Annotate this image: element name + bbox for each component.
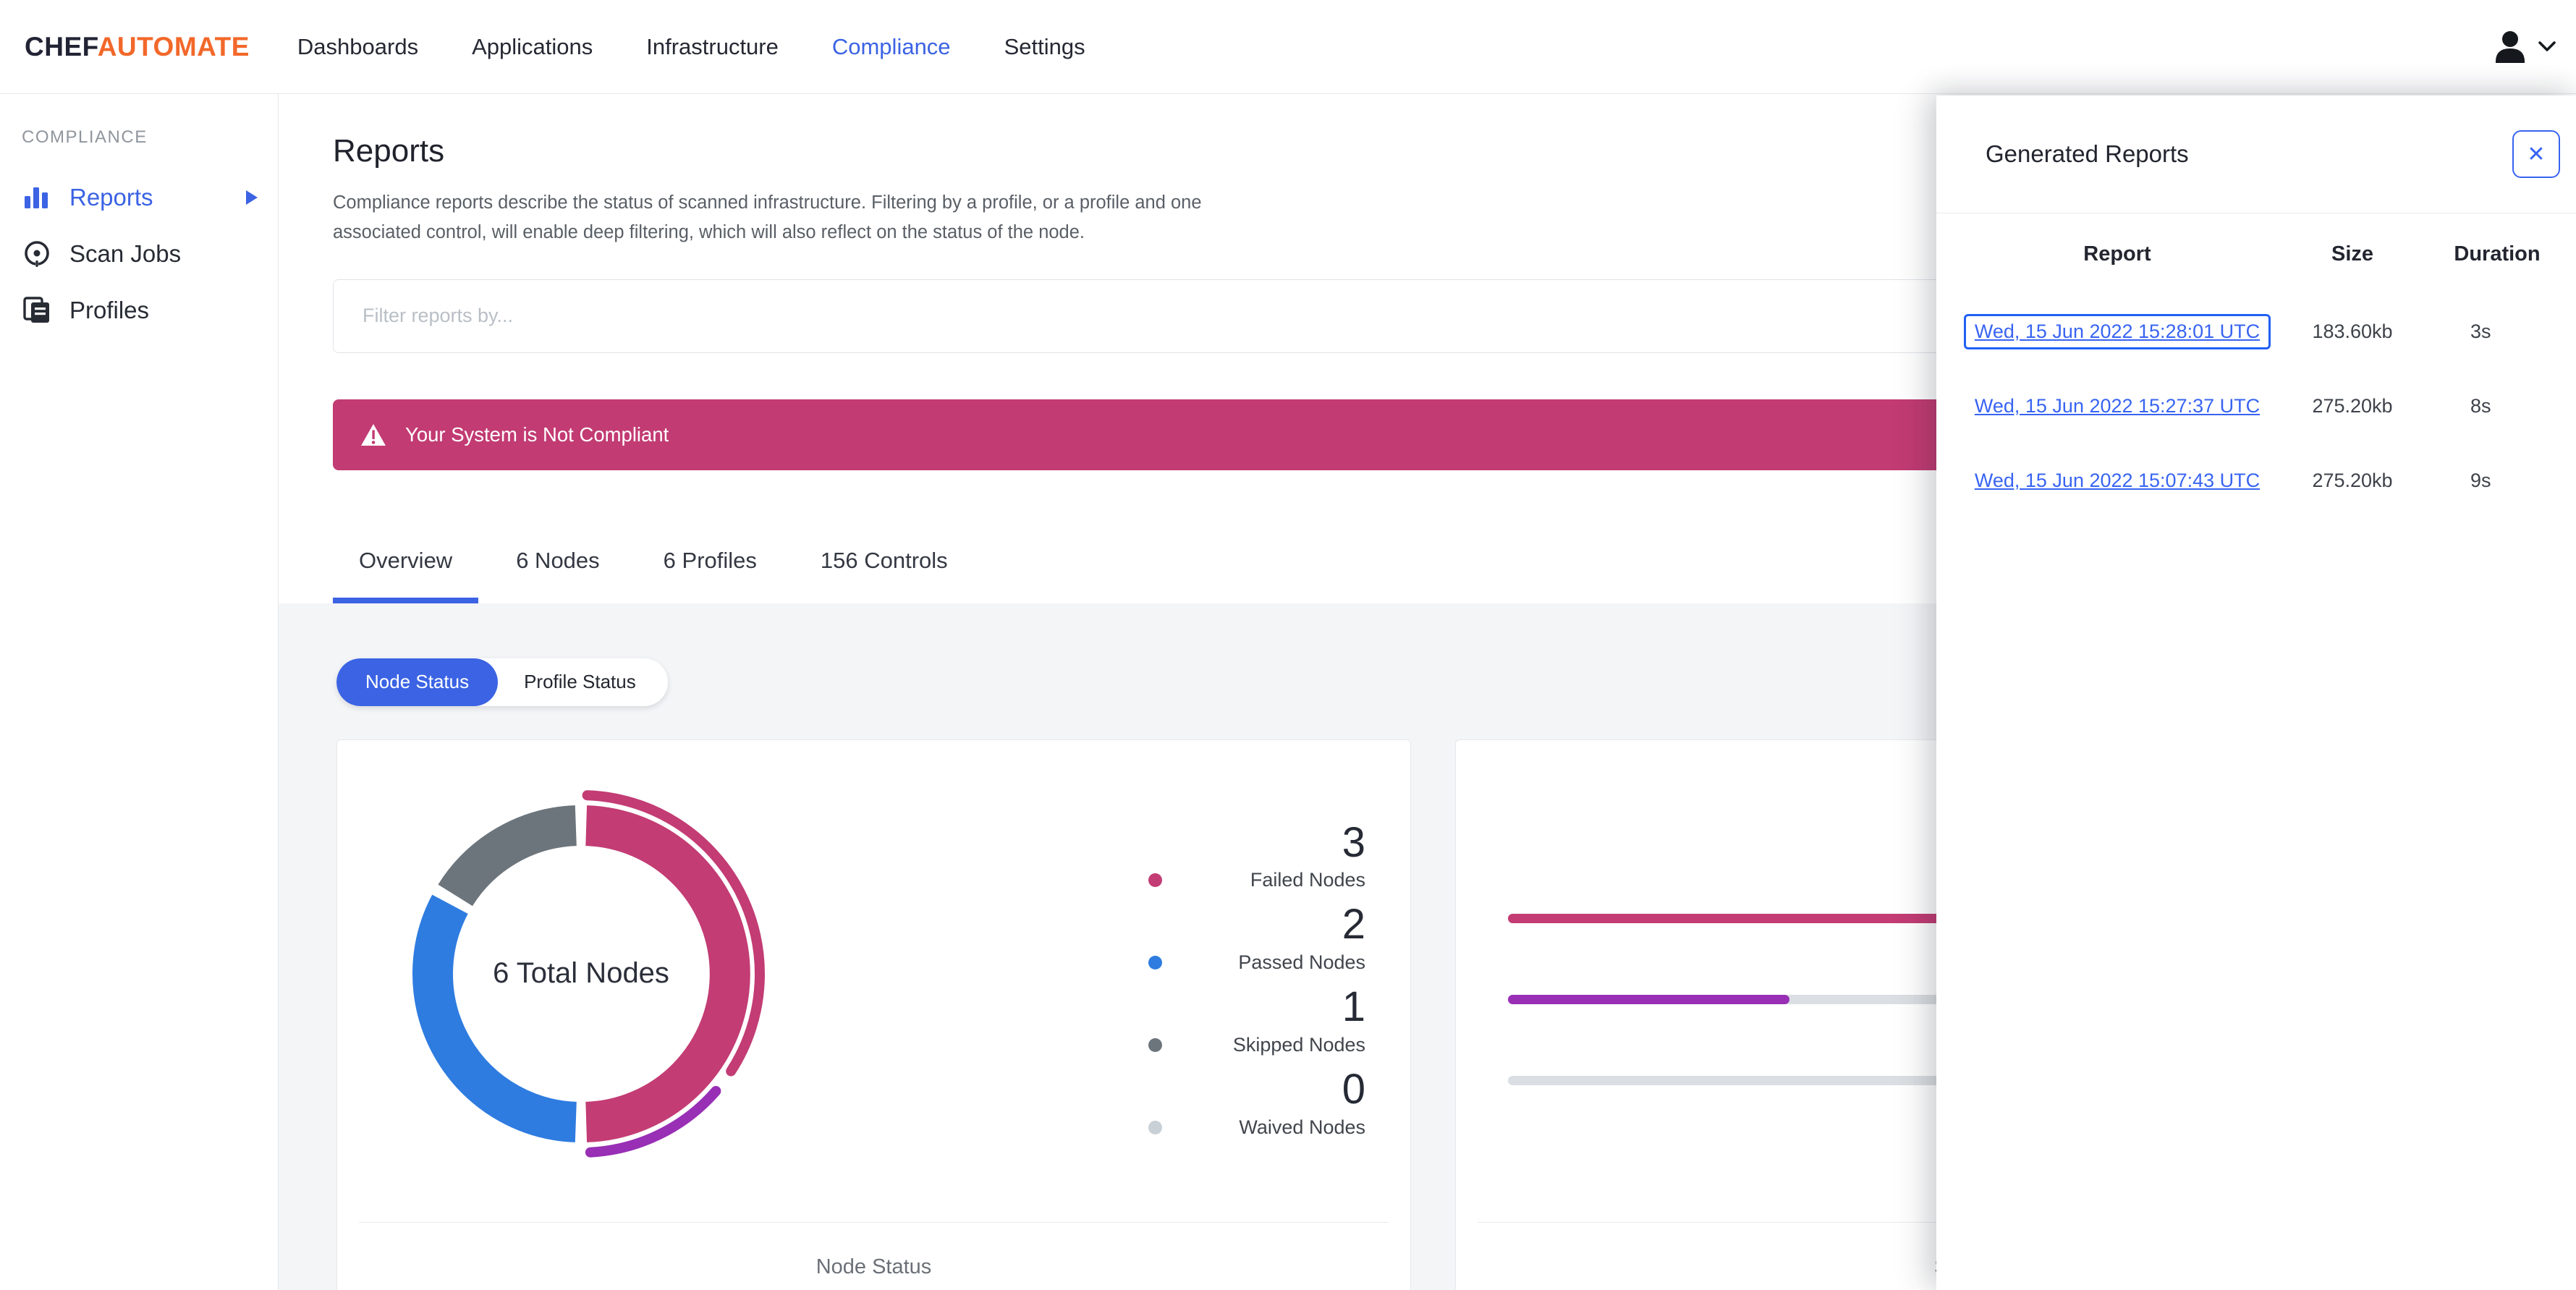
nav-applications[interactable]: Applications [472, 34, 593, 59]
sidebar-item-label: Profiles [69, 297, 150, 323]
status-toggle: Node Status Profile Status [336, 658, 668, 706]
tab-controls[interactable]: 156 Controls [795, 518, 974, 603]
table-row: Wed, 15 Jun 2022 15:27:37 UTC 275.20kb 8… [1958, 369, 2566, 444]
nav-menu: Dashboards Applications Infrastructure C… [297, 34, 1085, 60]
sidebar-item-profiles[interactable]: Profiles [0, 282, 278, 339]
scan-target-icon [22, 239, 52, 269]
waived-count: 0 [1342, 1066, 1365, 1113]
table-row: Wed, 15 Jun 2022 15:07:43 UTC 275.20kb 9… [1958, 444, 2566, 518]
active-tab-underline [333, 597, 479, 603]
nav-infrastructure[interactable]: Infrastructure [646, 34, 779, 59]
report-duration: 9s [2470, 470, 2491, 491]
brand-logo[interactable]: CHEFAUTOMATE [25, 32, 250, 62]
top-nav: CHEFAUTOMATE Dashboards Applications Inf… [0, 0, 2576, 94]
tab-profiles[interactable]: 6 Profiles [637, 518, 783, 603]
selected-report-focus-ring: Wed, 15 Jun 2022 15:28:01 UTC [1963, 314, 2271, 349]
sidebar-item-label: Reports [69, 184, 153, 211]
close-panel-button[interactable]: ✕ [2512, 130, 2560, 178]
user-profile-icon [2494, 30, 2527, 64]
sidebar-item-reports[interactable]: Reports [0, 169, 278, 226]
warning-triangle-icon [360, 423, 386, 446]
profiles-docs-icon [22, 296, 52, 325]
toggle-node-status[interactable]: Node Status [336, 658, 499, 706]
report-link[interactable]: Wed, 15 Jun 2022 15:28:01 UTC [1975, 321, 2260, 342]
tab-nodes[interactable]: 6 Nodes [490, 518, 625, 603]
chevron-down-icon [2538, 41, 2556, 53]
table-row: Wed, 15 Jun 2022 15:28:01 UTC 183.60kb 3… [1958, 294, 2566, 369]
node-status-donut-chart: 6 Total Nodes [389, 782, 773, 1166]
page-description: Compliance reports describe the status o… [333, 192, 1202, 242]
report-link[interactable]: Wed, 15 Jun 2022 15:07:43 UTC [1975, 470, 2260, 491]
donut-center-label: 6 Total Nodes [493, 957, 669, 990]
column-header-duration: Duration [2454, 242, 2541, 266]
brand-automate: AUTOMATE [97, 31, 250, 61]
passed-count: 2 [1342, 901, 1365, 949]
column-header-report: Report [2083, 242, 2151, 266]
chef-automate-app: CHEFAUTOMATE Dashboards Applications Inf… [0, 0, 2576, 1290]
card-divider [359, 1221, 1389, 1223]
sidebar-section-label: COMPLIANCE [22, 127, 148, 147]
bar-chart-icon [22, 184, 52, 211]
node-status-legend: 3 Failed Nodes 2 Passed Nodes 1 Skipped … [1148, 818, 1365, 1140]
report-link[interactable]: Wed, 15 Jun 2022 15:27:37 UTC [1975, 395, 2260, 417]
report-duration: 8s [2470, 395, 2491, 417]
tab-overview[interactable]: Overview [333, 518, 479, 603]
nav-settings[interactable]: Settings [1004, 34, 1085, 59]
report-size: 275.20kb [2312, 395, 2393, 417]
sidebar-item-scan-jobs[interactable]: Scan Jobs [0, 226, 278, 282]
toggle-profile-status[interactable]: Profile Status [498, 658, 668, 706]
legend-item-passed: 2 Passed Nodes [1148, 903, 1365, 974]
sidebar-item-label: Scan Jobs [69, 240, 182, 267]
nav-dashboards[interactable]: Dashboards [297, 34, 418, 59]
passed-dot-icon [1148, 956, 1162, 970]
banner-text: Your System is Not Compliant [405, 423, 669, 446]
submenu-arrow-icon [245, 189, 259, 206]
severity-bar-major [1508, 994, 1789, 1004]
failed-count: 3 [1342, 818, 1365, 866]
generated-reports-table: Report Size Duration Wed, 15 Jun 2022 15… [1936, 213, 2576, 518]
skipped-dot-icon [1148, 1038, 1162, 1053]
node-status-card: 6 Total Nodes 3 Failed Nodes 2 Passed No… [336, 739, 1411, 1290]
generated-reports-panel: Generated Reports ✕ Report Size Duration… [1936, 96, 2576, 1290]
panel-title: Generated Reports [1986, 140, 2189, 167]
column-header-size: Size [2331, 242, 2374, 266]
legend-item-failed: 3 Failed Nodes [1148, 818, 1365, 892]
failed-dot-icon [1148, 873, 1162, 888]
brand-chef: CHEF [25, 31, 98, 61]
report-size: 183.60kb [2312, 321, 2393, 342]
node-status-caption: Node Status [815, 1255, 932, 1278]
nav-compliance[interactable]: Compliance [832, 34, 951, 59]
report-size: 275.20kb [2312, 470, 2393, 491]
waived-dot-icon [1148, 1121, 1162, 1135]
report-duration: 3s [2470, 321, 2491, 342]
sidebar: COMPLIANCE Reports Scan Jobs Profiles [0, 94, 279, 1290]
user-menu[interactable] [2494, 0, 2556, 94]
legend-item-skipped: 1 Skipped Nodes [1148, 985, 1365, 1056]
table-header-row: Report Size Duration [1958, 213, 2566, 294]
legend-item-waived: 0 Waived Nodes [1148, 1066, 1365, 1139]
skipped-count: 1 [1342, 983, 1365, 1031]
